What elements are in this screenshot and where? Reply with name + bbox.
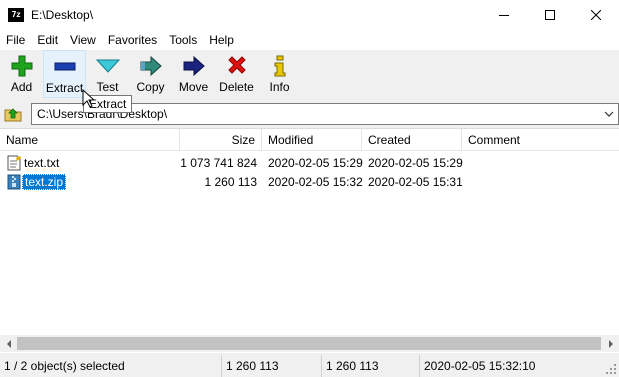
copy-label: Copy — [136, 80, 165, 94]
window-title: E:\Desktop\ — [31, 8, 94, 22]
text-file-icon — [7, 155, 21, 171]
status-selection: 1 / 2 object(s) selected — [0, 355, 222, 377]
horizontal-scrollbar[interactable] — [0, 335, 619, 352]
move-label: Move — [178, 80, 209, 94]
column-header-size[interactable]: Size — [180, 129, 262, 151]
delete-label: Delete — [219, 80, 254, 94]
file-created: 2020-02-05 15:31 — [368, 175, 463, 189]
file-size: 1 260 113 — [204, 175, 258, 189]
status-modified: 2020-02-05 15:32:10 — [424, 359, 536, 373]
status-packed-size: 1 260 113 — [322, 355, 420, 377]
close-icon — [591, 10, 601, 20]
file-name: text.txt — [24, 156, 60, 170]
file-size: 1 073 741 824 — [180, 156, 257, 170]
file-row[interactable]: text.txt 1 073 741 824 2020-02-05 15:29 … — [0, 153, 619, 173]
scroll-thumb[interactable] — [17, 337, 601, 350]
extract-label: Extract — [45, 81, 84, 95]
file-row[interactable]: text.zip 1 260 113 2020-02-05 15:32 2020… — [0, 172, 619, 192]
list-header: Name Size Modified Created Comment — [0, 129, 619, 151]
file-modified: 2020-02-05 15:32 — [268, 175, 363, 189]
status-bar: 1 / 2 object(s) selected 1 260 113 1 260… — [0, 355, 619, 377]
minimize-button[interactable] — [481, 0, 527, 30]
scroll-left-button[interactable] — [0, 335, 17, 352]
zip-file-icon — [7, 174, 21, 190]
mouse-cursor-icon — [82, 89, 94, 108]
column-header-name[interactable]: Name — [0, 129, 180, 151]
chevron-right-icon — [608, 339, 613, 348]
column-header-modified[interactable]: Modified — [262, 129, 362, 151]
info-label: Info — [269, 80, 290, 94]
add-label: Add — [10, 80, 33, 94]
window-controls — [481, 0, 619, 30]
address-dropdown-button[interactable] — [600, 104, 618, 124]
extract-button[interactable]: Extract — [43, 50, 86, 98]
info-button[interactable]: Info — [258, 50, 301, 98]
file-name: text.zip — [22, 174, 67, 190]
scroll-right-button[interactable] — [602, 335, 619, 352]
up-folder-button[interactable] — [0, 102, 26, 126]
column-header-created[interactable]: Created — [362, 129, 462, 151]
minimize-icon — [499, 15, 509, 16]
file-modified: 2020-02-05 15:29 — [268, 156, 363, 170]
menu-help[interactable]: Help — [203, 30, 240, 50]
chevron-left-icon — [6, 339, 11, 348]
copy-button[interactable]: Copy — [129, 50, 172, 98]
delete-button[interactable]: Delete — [215, 50, 258, 98]
menu-file[interactable]: File — [0, 30, 31, 50]
copy-arrow-icon — [140, 55, 162, 77]
info-icon — [274, 55, 285, 77]
checkmark-icon — [95, 59, 120, 73]
plus-icon — [11, 55, 32, 77]
menu-edit[interactable]: Edit — [31, 30, 64, 50]
menu-view[interactable]: View — [64, 30, 102, 50]
file-list: Name Size Modified Created Comment text.… — [0, 128, 619, 353]
close-button[interactable] — [573, 0, 619, 30]
chevron-down-icon — [604, 111, 614, 117]
menu-bar: File Edit View Favorites Tools Help — [0, 30, 619, 50]
folder-up-icon — [4, 108, 22, 122]
menu-tools[interactable]: Tools — [163, 30, 203, 50]
add-button[interactable]: Add — [0, 50, 43, 98]
move-button[interactable]: Move — [172, 50, 215, 98]
app-icon: 7z — [8, 8, 24, 22]
file-name-selected: text.zip — [22, 172, 67, 192]
maximize-icon — [545, 10, 555, 20]
maximize-button[interactable] — [527, 0, 573, 30]
move-arrow-icon — [183, 55, 205, 77]
test-label: Test — [96, 80, 119, 94]
resize-grip-icon[interactable] — [605, 363, 617, 375]
file-created: 2020-02-05 15:29 — [368, 156, 463, 170]
menu-favorites[interactable]: Favorites — [102, 30, 163, 50]
delete-x-icon — [227, 56, 246, 74]
minus-icon — [54, 62, 75, 71]
column-header-comment[interactable]: Comment — [462, 129, 619, 151]
title-bar: 7z E:\Desktop\ — [0, 0, 619, 30]
status-size: 1 260 113 — [222, 355, 322, 377]
